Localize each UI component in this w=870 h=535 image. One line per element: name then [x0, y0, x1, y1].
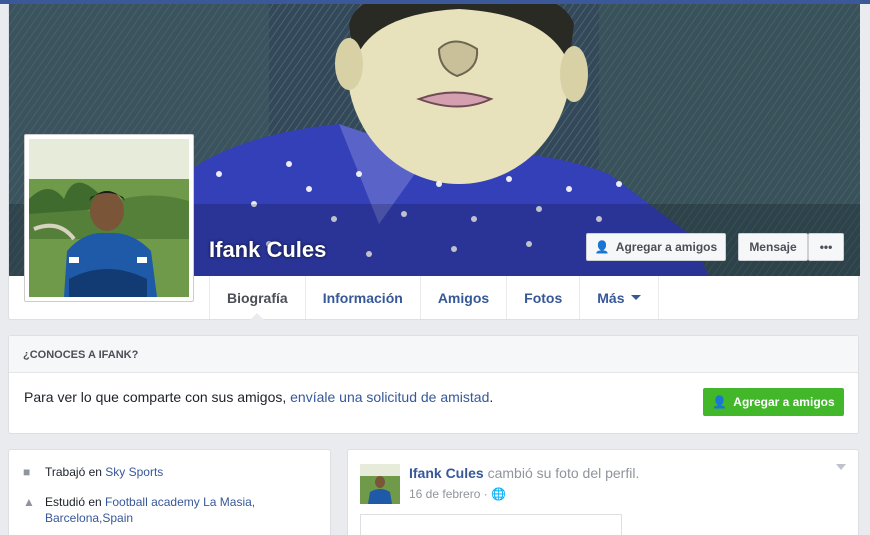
post-image[interactable]	[360, 514, 622, 535]
add-friend-primary-label: Agregar a amigos	[733, 395, 835, 409]
add-friend-button[interactable]: 👤 Agregar a amigos	[586, 233, 726, 261]
study-row: ▲ Estudió en Football academy La Masia, B…	[23, 495, 256, 525]
post-author-avatar[interactable]	[360, 464, 400, 504]
study-place-link[interactable]: Football academy La Masia,	[105, 495, 255, 509]
tab-mas[interactable]: Más	[579, 276, 659, 319]
profile-tabs: Biografía Información Amigos Fotos Más	[209, 276, 659, 320]
avatar-image	[360, 464, 400, 504]
briefcase-icon: ■	[23, 465, 31, 479]
globe-icon: 🌐	[491, 487, 507, 501]
add-friend-primary-button[interactable]: 👤 Agregar a amigos	[703, 388, 844, 416]
message-button[interactable]: Mensaje	[738, 233, 808, 261]
add-friend-icon: 👤	[712, 395, 728, 409]
profile-name: Ifank Cules	[209, 237, 327, 262]
post-title: Ifank Cules cambió su foto del perfil.	[409, 465, 640, 481]
tab-biografia[interactable]: Biografía	[209, 276, 305, 320]
add-friend-label: Agregar a amigos	[615, 240, 718, 254]
send-friend-request-link[interactable]: envíale una solicitud de amistad	[290, 389, 489, 405]
add-friend-icon: 👤	[594, 240, 610, 254]
know-card-heading: ¿CONOCES A IFANK?	[9, 336, 858, 373]
chevron-down-icon[interactable]	[836, 464, 846, 470]
profile-header: Ifank Cules 👤 Agregar a amigos Mensaje •…	[8, 4, 860, 320]
post-author-link[interactable]: Ifank Cules	[409, 465, 484, 481]
tab-amigos[interactable]: Amigos	[419, 276, 506, 319]
post-date-link[interactable]: 16 de febrero	[409, 487, 480, 501]
work-row: ■ Trabajó en Sky Sports	[23, 465, 164, 479]
work-place-link[interactable]: Sky Sports	[105, 465, 163, 479]
post-meta: 16 de febrero · 🌐	[409, 487, 507, 501]
chevron-down-icon	[630, 295, 641, 300]
more-options-button[interactable]: •••	[808, 233, 844, 261]
profile-picture-image	[29, 139, 189, 297]
know-card-text: Para ver lo que comparte con sus amigos,…	[24, 389, 494, 405]
post-card: Ifank Cules cambió su foto del perfil. 1…	[347, 449, 859, 535]
tab-informacion[interactable]: Información	[304, 276, 420, 319]
intro-card: ■ Trabajó en Sky Sports ▲ Estudió en Foo…	[8, 449, 331, 535]
know-user-card: ¿CONOCES A IFANK? Para ver lo que compar…	[8, 335, 859, 434]
study-location-link[interactable]: Barcelona,Spain	[45, 511, 133, 525]
profile-picture[interactable]	[24, 134, 194, 302]
tab-fotos[interactable]: Fotos	[506, 276, 579, 319]
graduation-cap-icon: ▲	[23, 495, 35, 509]
